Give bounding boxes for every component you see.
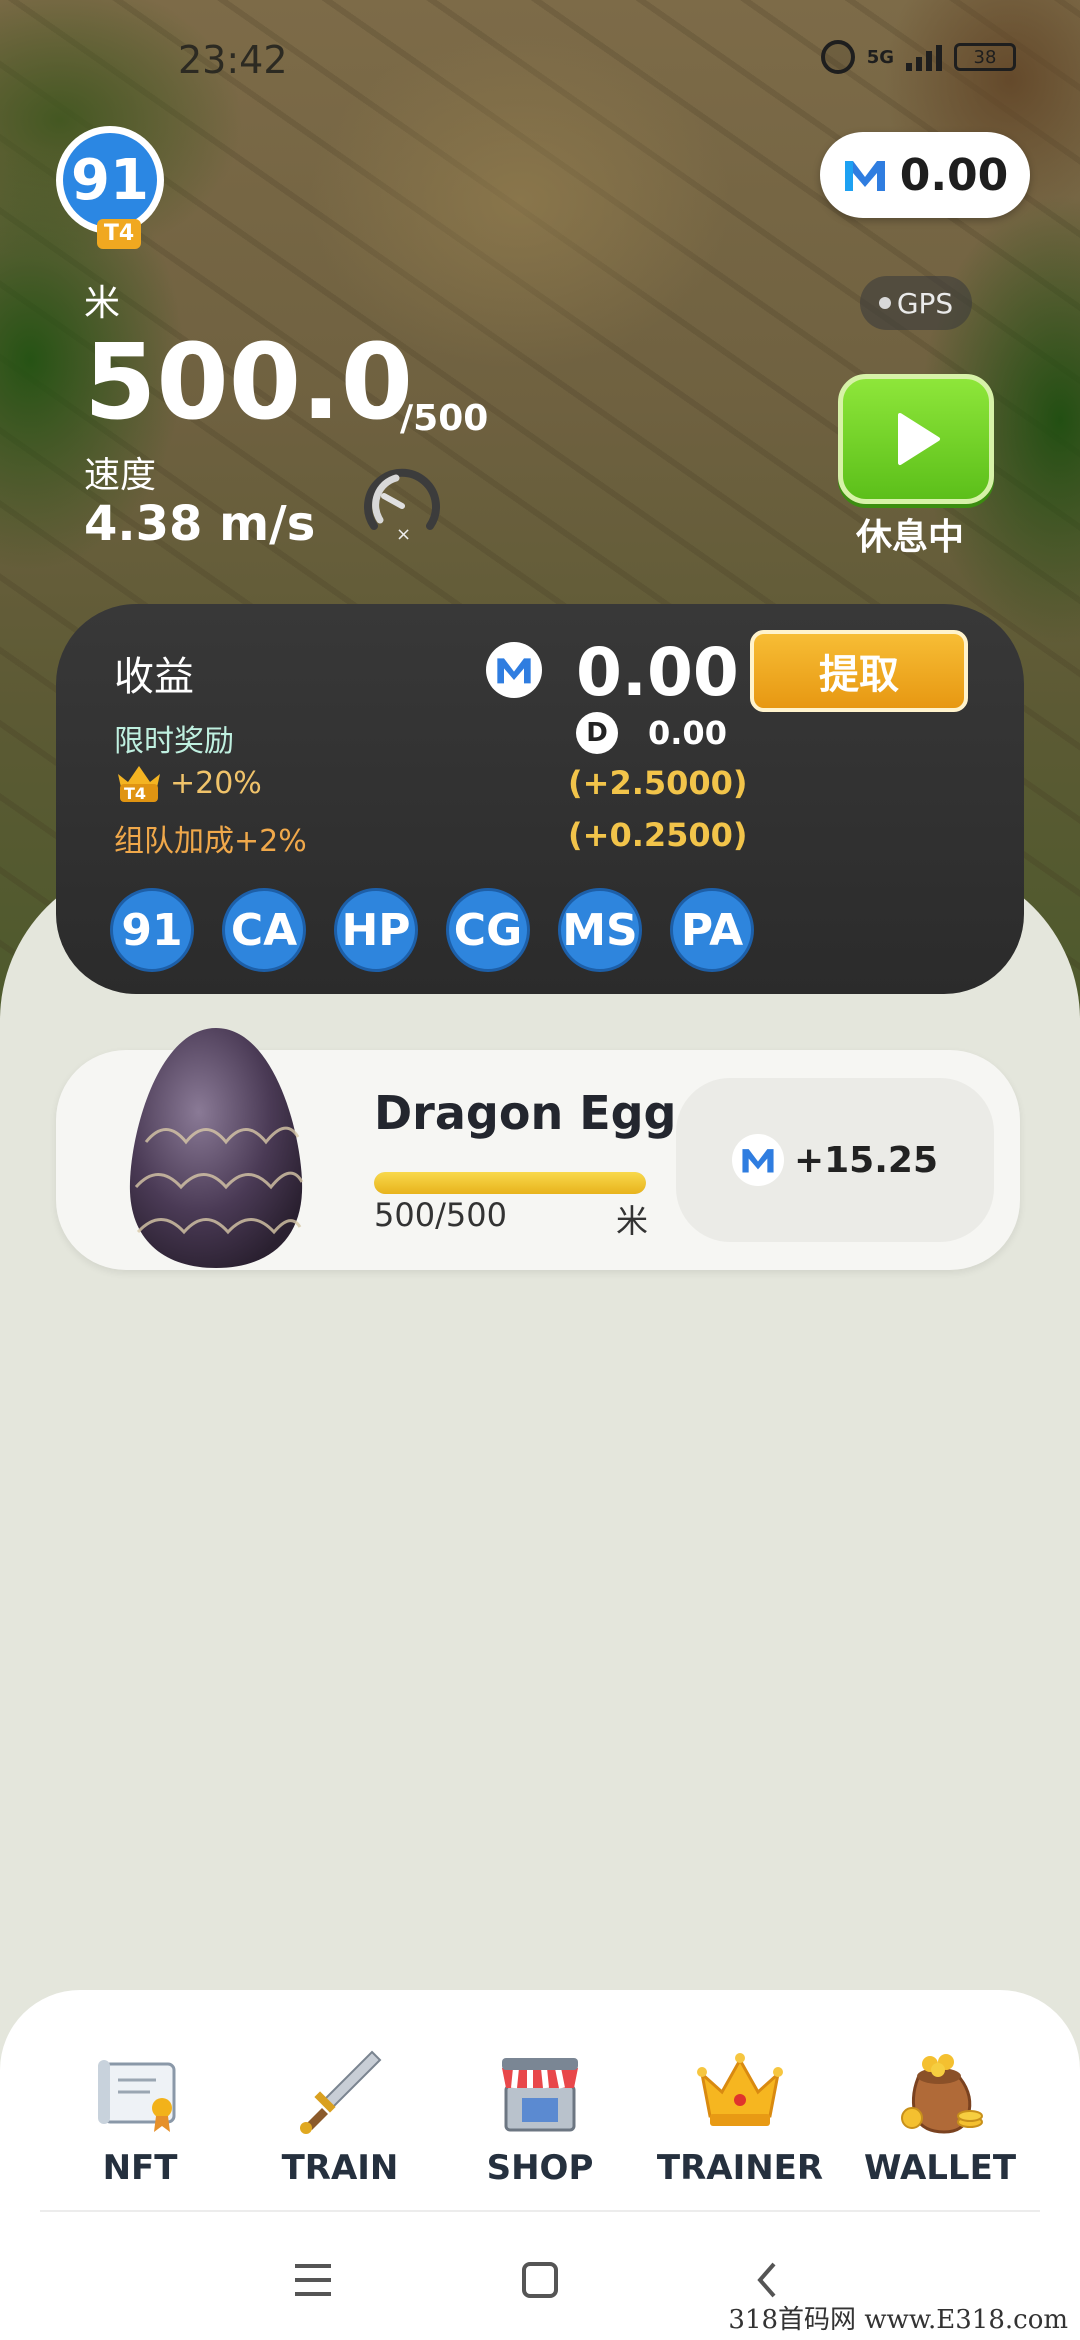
- battery-level: 38: [973, 46, 997, 68]
- tier-bonus: +20%: [170, 765, 262, 801]
- egg-reward[interactable]: +15.25: [676, 1078, 994, 1242]
- attribute-badges: 91 CA HP CG MS PA: [110, 888, 754, 972]
- speed-label: 速度: [84, 455, 157, 496]
- m-token-icon: [486, 642, 542, 698]
- speedometer-icon: ×: [356, 456, 448, 548]
- status-icons: 5G 38: [820, 40, 1016, 74]
- d-token-icon: D: [576, 712, 618, 754]
- team-bonus-amount: (+0.2500): [568, 816, 748, 854]
- back-icon: [756, 2262, 776, 2298]
- m-token-icon: [731, 1134, 784, 1186]
- tier-tag: T4: [97, 219, 141, 249]
- tier-bonus-row: T4 +20%: [114, 762, 262, 804]
- egg-progress-text: 500/500: [374, 1196, 507, 1234]
- egg-progress-unit: 米: [616, 1202, 649, 1240]
- crown-icon: [697, 2053, 783, 2126]
- level-number: 91: [71, 147, 149, 213]
- rest-status: 休息中: [856, 517, 965, 558]
- attribute-badge-pa[interactable]: PA: [670, 888, 754, 972]
- nav-label-nft: NFT: [102, 2148, 178, 2188]
- distance-value: 500.0: [84, 321, 413, 443]
- dragon-egg-card[interactable]: Dragon Egg 500/500 米 +15.25: [56, 1028, 1020, 1270]
- sword-icon: [300, 2050, 382, 2134]
- egg-title: Dragon Egg: [374, 1086, 677, 1140]
- distance-max: /500: [400, 398, 489, 439]
- earnings-value: 0.00: [576, 634, 739, 711]
- battery-icon: 38: [954, 43, 1016, 71]
- status-bar: 23:42 5G 38: [0, 0, 1080, 120]
- m-token-icon: [842, 152, 888, 198]
- nav-label-shop: SHOP: [486, 2148, 594, 2188]
- nav-label-wallet: WALLET: [863, 2148, 1017, 2188]
- tier-bonus-amount: (+2.5000): [568, 764, 748, 802]
- balance-pill[interactable]: 0.00: [820, 132, 1030, 218]
- d-token-value: 0.00: [648, 714, 727, 752]
- shop-icon: [502, 2058, 578, 2132]
- team-bonus: 组队加成+2%: [114, 824, 307, 859]
- attribute-badge-level[interactable]: 91: [110, 888, 194, 972]
- alarm-icon: [820, 40, 855, 74]
- watermark: 318首码网 www.E318.com: [728, 2305, 1068, 2335]
- nav-label-trainer: TRAINER: [656, 2148, 824, 2188]
- level-circle: 91 T4: [63, 133, 157, 249]
- nav-item-trainer[interactable]: TRAINER: [645, 2046, 835, 2188]
- certificate-icon: [98, 2060, 176, 2132]
- clock: 23:42: [178, 38, 288, 82]
- nav-item-nft[interactable]: NFT: [45, 2046, 235, 2188]
- nav-item-wallet[interactable]: WALLET: [845, 2046, 1035, 2188]
- egg-progress-fill: [374, 1172, 646, 1194]
- player-level-badge[interactable]: 91 T4: [56, 126, 164, 249]
- nav-items: NFT TRAIN SHOP TRAINER WALLET: [0, 2046, 1080, 2188]
- gps-indicator: GPS: [860, 276, 972, 330]
- attribute-badge-cg[interactable]: CG: [446, 888, 530, 972]
- bottom-navigation: NFT TRAIN SHOP TRAINER WALLET 318首码网 www…: [0, 1990, 1080, 2340]
- egg-reward-value: +15.25: [793, 1139, 939, 1181]
- balance-value: 0.00: [899, 149, 1009, 201]
- home-icon: [521, 2262, 558, 2298]
- gps-label: GPS: [896, 286, 954, 320]
- speed-value: 4.38 m/s: [84, 496, 316, 552]
- play-button[interactable]: [838, 374, 994, 504]
- network-label: 5G: [866, 46, 894, 68]
- nav-label-train: TRAIN: [281, 2148, 399, 2188]
- svg-text:×: ×: [396, 524, 411, 545]
- tier-crown-icon: T4: [114, 762, 164, 804]
- menu-button[interactable]: [283, 2250, 343, 2310]
- earnings-title: 收益: [114, 654, 194, 700]
- egg-progress-bar: [374, 1172, 646, 1194]
- nav-item-shop[interactable]: SHOP: [445, 2046, 635, 2188]
- signal-icon: [906, 43, 942, 71]
- coin-bag-icon: [901, 2054, 983, 2134]
- nav-divider: [40, 2210, 1040, 2212]
- claim-button[interactable]: 提取: [750, 630, 968, 712]
- tier-crown-label: T4: [124, 784, 146, 803]
- gps-dot-icon: [878, 297, 891, 309]
- attribute-badge-hp[interactable]: HP: [334, 888, 418, 972]
- earnings-card: 收益 0.00 提取 限时奖励 D 0.00 T4 +20% (+2.5000)…: [56, 604, 1024, 994]
- home-button[interactable]: [510, 2250, 570, 2310]
- attribute-badge-ca[interactable]: CA: [222, 888, 306, 972]
- menu-icon: [295, 2264, 332, 2296]
- distance-unit: 米: [84, 283, 121, 324]
- play-icon: [898, 413, 940, 465]
- nav-item-train[interactable]: TRAIN: [245, 2046, 435, 2188]
- limited-bonus-label: 限时奖励: [114, 724, 234, 759]
- dragon-egg-image: [126, 1022, 306, 1272]
- attribute-badge-ms[interactable]: MS: [558, 888, 642, 972]
